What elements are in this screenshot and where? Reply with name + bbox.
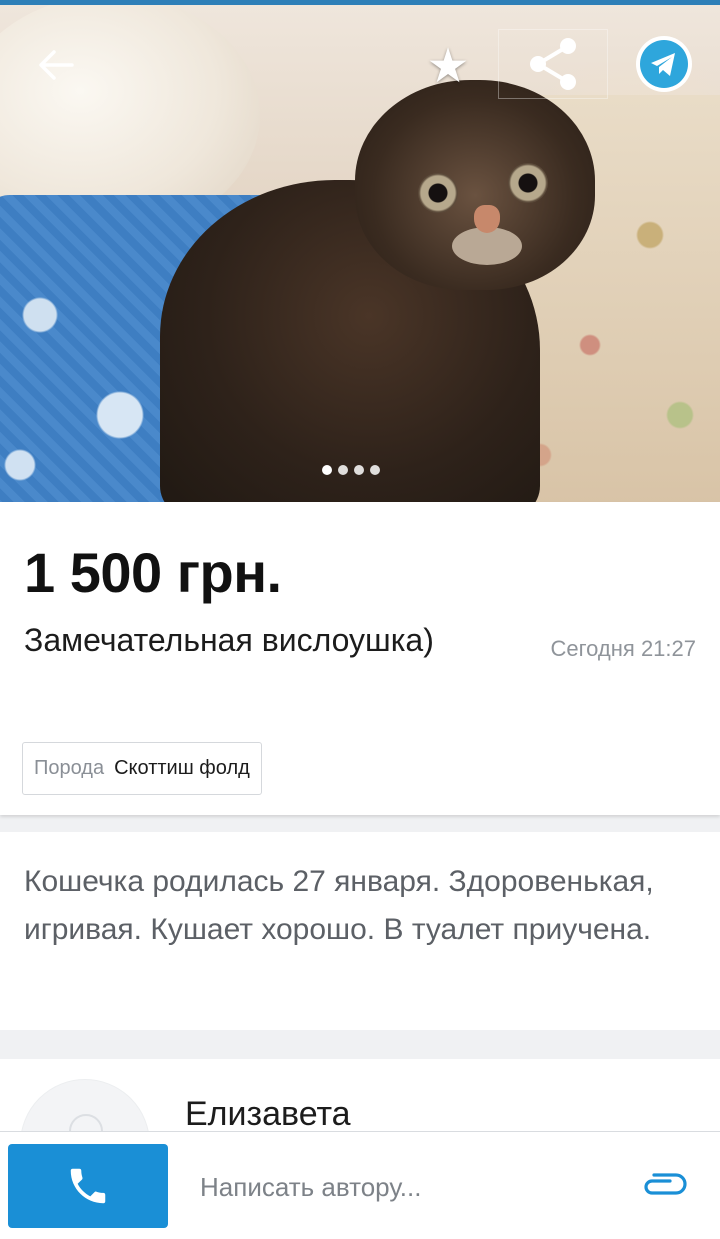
favorite-button[interactable]: ★ [418,41,478,93]
share-icon [530,38,576,90]
pager-dot[interactable] [322,465,332,475]
back-button[interactable] [24,41,88,89]
listing-date: Сегодня 21:27 [550,636,696,661]
pager-dot[interactable] [338,465,348,475]
listing-description: Кошечка родилась 27 января. Здоровенькая… [24,865,654,946]
bottom-action-bar: Написать автору... [0,1131,720,1239]
pager-dot[interactable] [370,465,380,475]
star-icon: ★ [426,40,470,93]
share-button[interactable] [498,29,608,99]
gallery-pager [322,465,380,475]
photo-cat-nose [474,205,500,233]
photo-cat-eye [508,163,548,203]
listing-price: 1 500 грн. [24,541,282,604]
arrow-left-icon [39,50,74,80]
attribute-chip-breed: Порода Скоттиш фолд [22,742,262,795]
listing-description-card: Кошечка родилась 27 января. Здоровенькая… [0,832,720,1030]
listing-info-card: 1 500 грн. Замечательная вислоушка) Сего… [0,502,720,815]
pager-dot[interactable] [354,465,364,475]
call-button[interactable] [8,1144,168,1228]
paperclip-icon [644,1173,687,1195]
listing-photo-gallery[interactable]: ★ [0,5,720,502]
telegram-icon [640,40,688,88]
photo-cat-eye [418,173,458,213]
author-name: Елизавета [185,1095,351,1133]
message-author-input[interactable]: Написать автору... [200,1172,421,1203]
attach-button[interactable] [640,1172,688,1202]
telegram-button[interactable] [636,36,692,92]
attribute-value: Скоттиш фолд [114,757,250,779]
phone-icon [70,1168,106,1204]
attribute-key: Порода [34,757,105,779]
listing-title: Замечательная вислоушка) [24,622,434,658]
status-line [0,0,720,5]
